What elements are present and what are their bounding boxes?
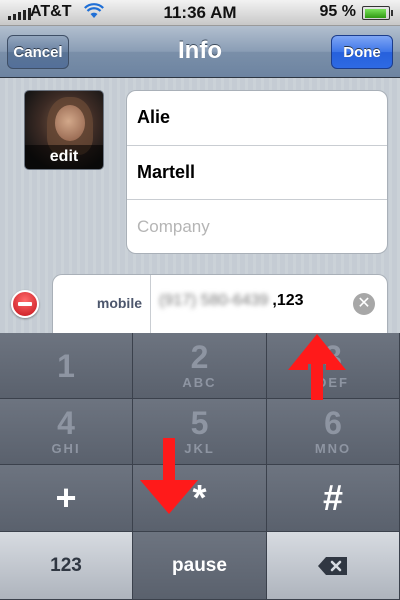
key-digit: 2 xyxy=(190,339,209,375)
delete-phone-button[interactable] xyxy=(11,290,39,318)
arrow-down-annotation-icon xyxy=(140,438,198,514)
key-letters: GHI xyxy=(51,441,81,456)
clear-text-icon[interactable]: ✕ xyxy=(353,293,375,315)
arrow-up-annotation-icon xyxy=(288,334,346,400)
key-4[interactable]: 4 GHI xyxy=(0,399,133,465)
pause-key[interactable]: pause xyxy=(133,532,267,600)
battery-icon xyxy=(362,6,393,20)
phone-type-label[interactable]: mobile xyxy=(53,275,151,335)
photo-edit-label: edit xyxy=(25,145,103,169)
battery-percentage: 95 % xyxy=(319,3,356,20)
key-digit: 5 xyxy=(190,405,209,441)
number-switch-label: 123 xyxy=(50,554,82,576)
backspace-key[interactable] xyxy=(267,532,400,600)
key-hash[interactable]: # xyxy=(267,465,400,532)
phone-extension: ,123 xyxy=(272,292,304,309)
number-switch-key[interactable]: 123 xyxy=(0,532,133,600)
key-digit: 6 xyxy=(324,405,342,441)
phone-number-blurred: (917) 580-6439 xyxy=(159,292,269,309)
done-button[interactable]: Done xyxy=(331,35,393,69)
navigation-bar: Cancel Info Done xyxy=(0,26,400,78)
status-bar: AT&T 11:36 AM 95 % xyxy=(0,0,400,26)
pause-label: pause xyxy=(172,554,227,576)
phone-number-field[interactable]: (917) 580-6439 ,123 xyxy=(159,292,304,310)
key-1[interactable]: 1 xyxy=(0,333,133,399)
company-field[interactable]: Company xyxy=(127,200,387,253)
hash-symbol: # xyxy=(322,477,344,518)
key-2[interactable]: 2 ABC xyxy=(133,333,267,399)
first-name-field[interactable]: Alie xyxy=(127,91,387,146)
phone-field-card: mobile (917) 580-6439 ,123 ✕ xyxy=(52,274,388,335)
photo-face xyxy=(55,105,85,141)
contact-edit-form: edit Alie Martell Company mobile (917) 5… xyxy=(0,78,400,335)
last-name-field[interactable]: Martell xyxy=(127,146,387,201)
key-digit: 4 xyxy=(57,405,75,441)
plus-symbol: + xyxy=(55,477,77,518)
key-letters: MNO xyxy=(314,441,352,456)
contact-photo[interactable]: edit xyxy=(24,90,104,170)
key-6[interactable]: 6 MNO xyxy=(267,399,400,465)
key-letters: ABC xyxy=(182,375,217,390)
key-plus[interactable]: + xyxy=(0,465,133,532)
name-fields-card: Alie Martell Company xyxy=(126,90,388,254)
backspace-icon xyxy=(318,556,347,575)
key-digit: 1 xyxy=(57,347,75,384)
